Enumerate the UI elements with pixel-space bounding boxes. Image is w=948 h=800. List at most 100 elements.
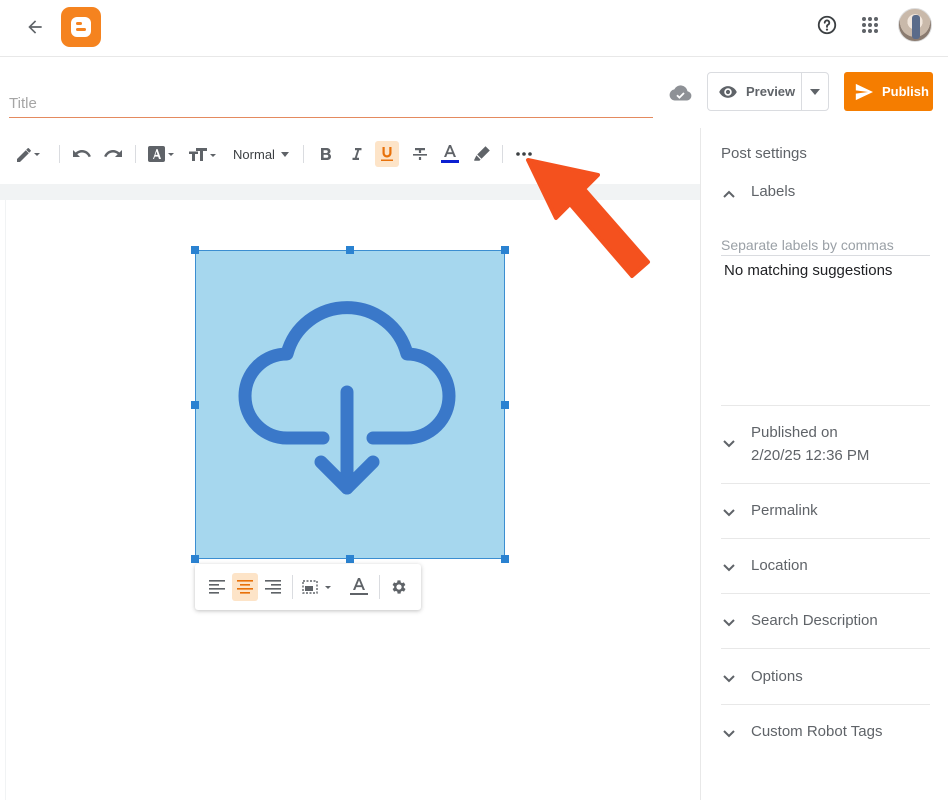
preview-button-group: Preview [707, 72, 829, 111]
post-settings-panel: Post settings Labels No matching suggest… [700, 128, 948, 800]
options-label: Options [751, 668, 803, 685]
published-section-header[interactable]: Published on 2/20/25 12:36 PM [721, 424, 931, 464]
labels-section-label: Labels [751, 183, 796, 200]
post-settings-title: Post settings [721, 145, 807, 162]
labels-section-header[interactable]: Labels [721, 183, 931, 202]
send-icon [855, 83, 873, 100]
caret-down-icon [280, 151, 289, 157]
chevron-up-icon [723, 190, 735, 198]
back-button[interactable] [20, 12, 50, 42]
section-divider [721, 593, 930, 594]
blogger-post-editor: Preview Publish Normal [0, 0, 948, 800]
highlight-color-button[interactable] [470, 133, 494, 175]
chevron-down-icon [723, 619, 735, 627]
help-button[interactable] [812, 10, 842, 40]
resize-handle-bottom-left[interactable] [191, 555, 199, 563]
annotation-arrow-icon [526, 158, 650, 278]
image-toolbar-divider [379, 575, 380, 599]
publish-button[interactable]: Publish [844, 72, 933, 111]
arrow-left-icon [28, 20, 42, 34]
custom-robot-tags-section-header[interactable]: Custom Robot Tags [721, 723, 931, 742]
custom-robot-tags-label: Custom Robot Tags [751, 723, 883, 740]
image-size-button[interactable] [300, 573, 336, 601]
resize-handle-top-right[interactable] [501, 246, 509, 254]
permalink-label: Permalink [751, 502, 818, 519]
cloud-download-icon [238, 301, 456, 495]
italic-button[interactable] [345, 133, 369, 175]
compose-mode-button[interactable] [10, 133, 44, 175]
resize-handle-top[interactable] [346, 246, 354, 254]
published-label: Published on [751, 424, 838, 441]
search-description-label: Search Description [751, 612, 878, 629]
resize-handle-bottom[interactable] [346, 555, 354, 563]
text-color-icon [441, 145, 459, 163]
strikethrough-button[interactable] [408, 133, 432, 175]
redo-button[interactable] [101, 133, 125, 175]
resize-handle-top-left[interactable] [191, 246, 199, 254]
text-size-icon [189, 148, 216, 161]
image-toolbar-divider [292, 575, 293, 599]
preview-dropdown-button[interactable] [802, 73, 828, 110]
toolbar-divider [303, 145, 304, 163]
image-options-toolbar [195, 564, 421, 610]
section-divider [721, 704, 930, 705]
bold-icon [321, 148, 331, 160]
redo-icon [104, 150, 122, 158]
font-size-button[interactable] [186, 133, 218, 175]
align-right-button[interactable] [260, 573, 286, 601]
toolbar-divider [502, 145, 503, 163]
blogger-b-icon [71, 17, 91, 37]
undo-icon [73, 150, 91, 158]
preview-button[interactable]: Preview [708, 73, 802, 110]
marker-icon [474, 146, 490, 161]
bold-button[interactable] [314, 133, 338, 175]
align-center-icon [237, 580, 253, 594]
chevron-down-icon [723, 440, 735, 448]
apps-button[interactable] [855, 10, 885, 40]
permalink-section-header[interactable]: Permalink [721, 502, 931, 521]
preview-label: Preview [746, 84, 796, 99]
italic-icon [352, 148, 362, 160]
resize-handle-right[interactable] [501, 401, 509, 409]
resize-handle-bottom-right[interactable] [501, 555, 509, 563]
eye-icon [719, 85, 737, 98]
options-section-header[interactable]: Options [721, 668, 931, 687]
pencil-icon [17, 148, 40, 162]
section-divider [721, 538, 930, 539]
caret-down-icon [810, 88, 820, 95]
strikethrough-icon [413, 148, 427, 160]
section-divider [721, 483, 930, 484]
location-label: Location [751, 557, 808, 574]
blogger-logo[interactable] [61, 7, 101, 47]
gear-icon [392, 580, 406, 594]
align-left-button[interactable] [204, 573, 230, 601]
chevron-down-icon [723, 730, 735, 738]
labels-input[interactable] [721, 234, 930, 256]
labels-suggestion-text: No matching suggestions [724, 262, 893, 279]
image-settings-button[interactable] [386, 573, 412, 601]
post-title-input[interactable] [9, 90, 653, 118]
text-style-button[interactable] [146, 133, 176, 175]
chevron-down-icon [723, 675, 735, 683]
chevron-down-icon [723, 564, 735, 572]
chevron-down-icon [723, 509, 735, 517]
text-color-button[interactable] [438, 133, 462, 175]
underline-icon [381, 147, 393, 161]
paragraph-style-select[interactable]: Normal [228, 133, 294, 175]
cloud-saved-icon [669, 85, 692, 101]
image-caption-button[interactable] [346, 573, 372, 601]
toolbar-divider [59, 145, 60, 163]
undo-button[interactable] [70, 133, 94, 175]
resize-handle-left[interactable] [191, 401, 199, 409]
section-divider [721, 648, 930, 649]
location-section-header[interactable]: Location [721, 557, 931, 576]
selected-image[interactable] [195, 250, 505, 559]
underline-button[interactable] [375, 141, 399, 167]
user-avatar[interactable] [898, 8, 932, 42]
help-circle-icon [817, 15, 837, 35]
published-text: Published on 2/20/25 12:36 PM [751, 424, 869, 464]
publish-label: Publish [882, 84, 929, 99]
align-center-button[interactable] [232, 573, 258, 601]
image-size-icon [302, 580, 331, 594]
search-description-section-header[interactable]: Search Description [721, 612, 931, 631]
